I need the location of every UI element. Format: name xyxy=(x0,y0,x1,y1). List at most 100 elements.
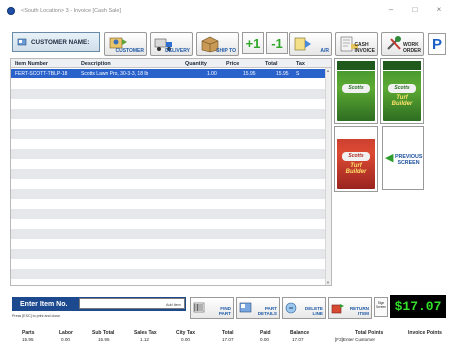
delete-line-line2: LINE xyxy=(312,311,323,316)
cell-price: 15.95 xyxy=(243,70,256,77)
ship-to-button-label: SHIP TO xyxy=(216,48,236,54)
empty-row xyxy=(11,189,327,199)
sign-screen-line2: Screen xyxy=(375,305,387,310)
minus-one-button[interactable]: -1 xyxy=(266,32,288,54)
table-row[interactable]: FERT-SCOTT-TBLP-18 Scotts Lawn Pro, 30-3… xyxy=(11,69,327,78)
delivery-button-label: DELIVERY xyxy=(165,48,190,54)
add-item-button[interactable]: Add Item xyxy=(166,303,181,307)
col-tax[interactable]: Tax xyxy=(296,61,305,67)
ar-button[interactable]: A/R xyxy=(289,32,332,56)
empty-row xyxy=(11,129,327,139)
grid-header: Item Number Description Quantity Price T… xyxy=(11,59,331,68)
return-item-line2: ITEM xyxy=(358,311,369,316)
parts-label: Parts xyxy=(22,330,35,336)
cell-quantity: 1.00 xyxy=(207,70,217,77)
ar-button-label: A/R xyxy=(320,48,329,54)
cash-invoice-button[interactable]: CASH INVOICE xyxy=(335,32,378,56)
barcode-search-icon xyxy=(193,302,205,313)
empty-row xyxy=(11,109,327,119)
window-controls: – □ × xyxy=(386,5,444,14)
empty-row xyxy=(11,249,327,259)
previous-screen-line2: SCREEN xyxy=(397,160,420,166)
work-order-button[interactable]: WORK ORDER xyxy=(381,32,424,56)
city-tax-value: 0.00 xyxy=(181,337,190,342)
product-bag-image: Scotts Turf Builder xyxy=(337,129,375,189)
product-tile-scotts-lawn-pro[interactable]: Scotts xyxy=(334,58,378,124)
close-button[interactable]: × xyxy=(434,5,444,14)
part-details-icon xyxy=(239,302,252,313)
enter-item-label: Enter Item No. xyxy=(20,300,68,308)
paid-label: Paid xyxy=(260,330,271,336)
work-order-line2: ORDER xyxy=(402,48,421,54)
delete-line-button[interactable]: DELETE LINE xyxy=(282,297,326,319)
balance-label: Balance xyxy=(290,330,310,336)
product-tile-turf-builder-red[interactable]: Scotts Turf Builder xyxy=(334,126,378,192)
subtotal-label: Sub Total xyxy=(92,330,115,336)
product-bag-image: Scotts Turf Builder xyxy=(383,61,421,121)
customer-name-button[interactable]: CUSTOMER NAME: xyxy=(12,32,100,52)
parts-value: 15.95 xyxy=(22,337,34,342)
total-points-label: Total Points xyxy=(355,330,384,336)
app-icon xyxy=(7,7,15,15)
product-brand: Scotts xyxy=(388,83,416,93)
empty-row xyxy=(11,209,327,219)
product-name: Turf Builder xyxy=(345,162,367,175)
return-item-icon xyxy=(331,304,344,314)
customer-name-label: CUSTOMER NAME: xyxy=(31,38,90,46)
window-title: <South Location> 3 - Invoice [Cash Sale] xyxy=(21,8,121,14)
invoice-total-display: $17.07 xyxy=(390,295,446,318)
total-label: Total xyxy=(222,330,234,336)
totals-summary: Parts 15.95 Labor 0.00 Sub Total 15.95 S… xyxy=(0,329,450,343)
sales-tax-value: 1.12 xyxy=(140,337,149,342)
labor-value: 0.00 xyxy=(61,337,70,342)
esc-note: Press [ESC] to print and close xyxy=(12,314,60,318)
empty-row xyxy=(11,169,327,179)
product-brand: Scotts xyxy=(342,151,370,161)
find-part-button[interactable]: FIND PART xyxy=(190,297,234,319)
col-quantity[interactable]: Quantity xyxy=(185,61,207,67)
customer-icon xyxy=(17,38,27,46)
part-details-button[interactable]: PART DETAILS xyxy=(236,297,280,319)
cell-item-number: FERT-SCOTT-TBLP-18 xyxy=(15,70,68,77)
work-order-label: WORK ORDER xyxy=(403,42,421,54)
item-entry-bar: Enter Item No. xyxy=(12,297,186,311)
col-item-number[interactable]: Item Number xyxy=(15,61,48,67)
subtotal-value: 15.95 xyxy=(98,337,110,342)
col-price[interactable]: Price xyxy=(226,61,239,67)
sign-screen-button[interactable]: Sign Screen xyxy=(374,297,388,317)
cell-tax: S xyxy=(296,70,300,77)
part-details-label: PART DETAILS xyxy=(258,306,277,316)
paid-value: 0.00 xyxy=(260,337,269,342)
empty-row xyxy=(11,269,327,279)
total-value: 17.07 xyxy=(222,337,234,342)
p-button[interactable]: P xyxy=(428,33,446,55)
plus-one-button[interactable]: +1 xyxy=(242,32,264,54)
maximize-button[interactable]: □ xyxy=(410,5,420,14)
cell-description: Scotts Lawn Pro, 30-3-3, 18 lb xyxy=(81,70,149,77)
line-item-grid[interactable]: Item Number Description Quantity Price T… xyxy=(10,58,332,286)
find-part-label: FIND PART xyxy=(219,306,231,316)
return-item-button[interactable]: RETURN ITEM xyxy=(328,297,372,319)
customer-button[interactable]: CUSTOMER xyxy=(104,32,147,56)
ship-to-button[interactable]: SHIP TO xyxy=(196,32,239,56)
cash-invoice-line2: INVOICE xyxy=(354,48,375,54)
grid-scrollbar[interactable] xyxy=(325,68,331,285)
product-brand: Scotts xyxy=(342,83,370,93)
invoice-points-label: Invoice Points xyxy=(408,330,442,336)
sales-tax-label: Sales Tax xyxy=(134,330,157,336)
empty-row xyxy=(11,229,327,239)
minimize-button[interactable]: – xyxy=(386,5,396,14)
cell-total: 15.95 xyxy=(276,70,289,77)
title-bar: <South Location> 3 - Invoice [Cash Sale]… xyxy=(0,0,450,22)
total-points-value[interactable]: [F3]Enter Customer xyxy=(335,337,375,342)
balance-value: 17.07 xyxy=(292,337,304,342)
delivery-button[interactable]: DELIVERY xyxy=(150,32,193,56)
city-tax-label: City Tax xyxy=(176,330,196,336)
accounts-receivable-icon xyxy=(294,37,311,51)
labor-label: Labor xyxy=(59,330,73,336)
previous-screen-button[interactable]: ◀ PREVIOUS SCREEN xyxy=(382,126,424,190)
delete-line-icon xyxy=(285,302,297,314)
col-total[interactable]: Total xyxy=(265,61,277,67)
product-tile-turf-builder-green[interactable]: Scotts Turf Builder xyxy=(380,58,424,124)
col-description[interactable]: Description xyxy=(81,61,111,67)
